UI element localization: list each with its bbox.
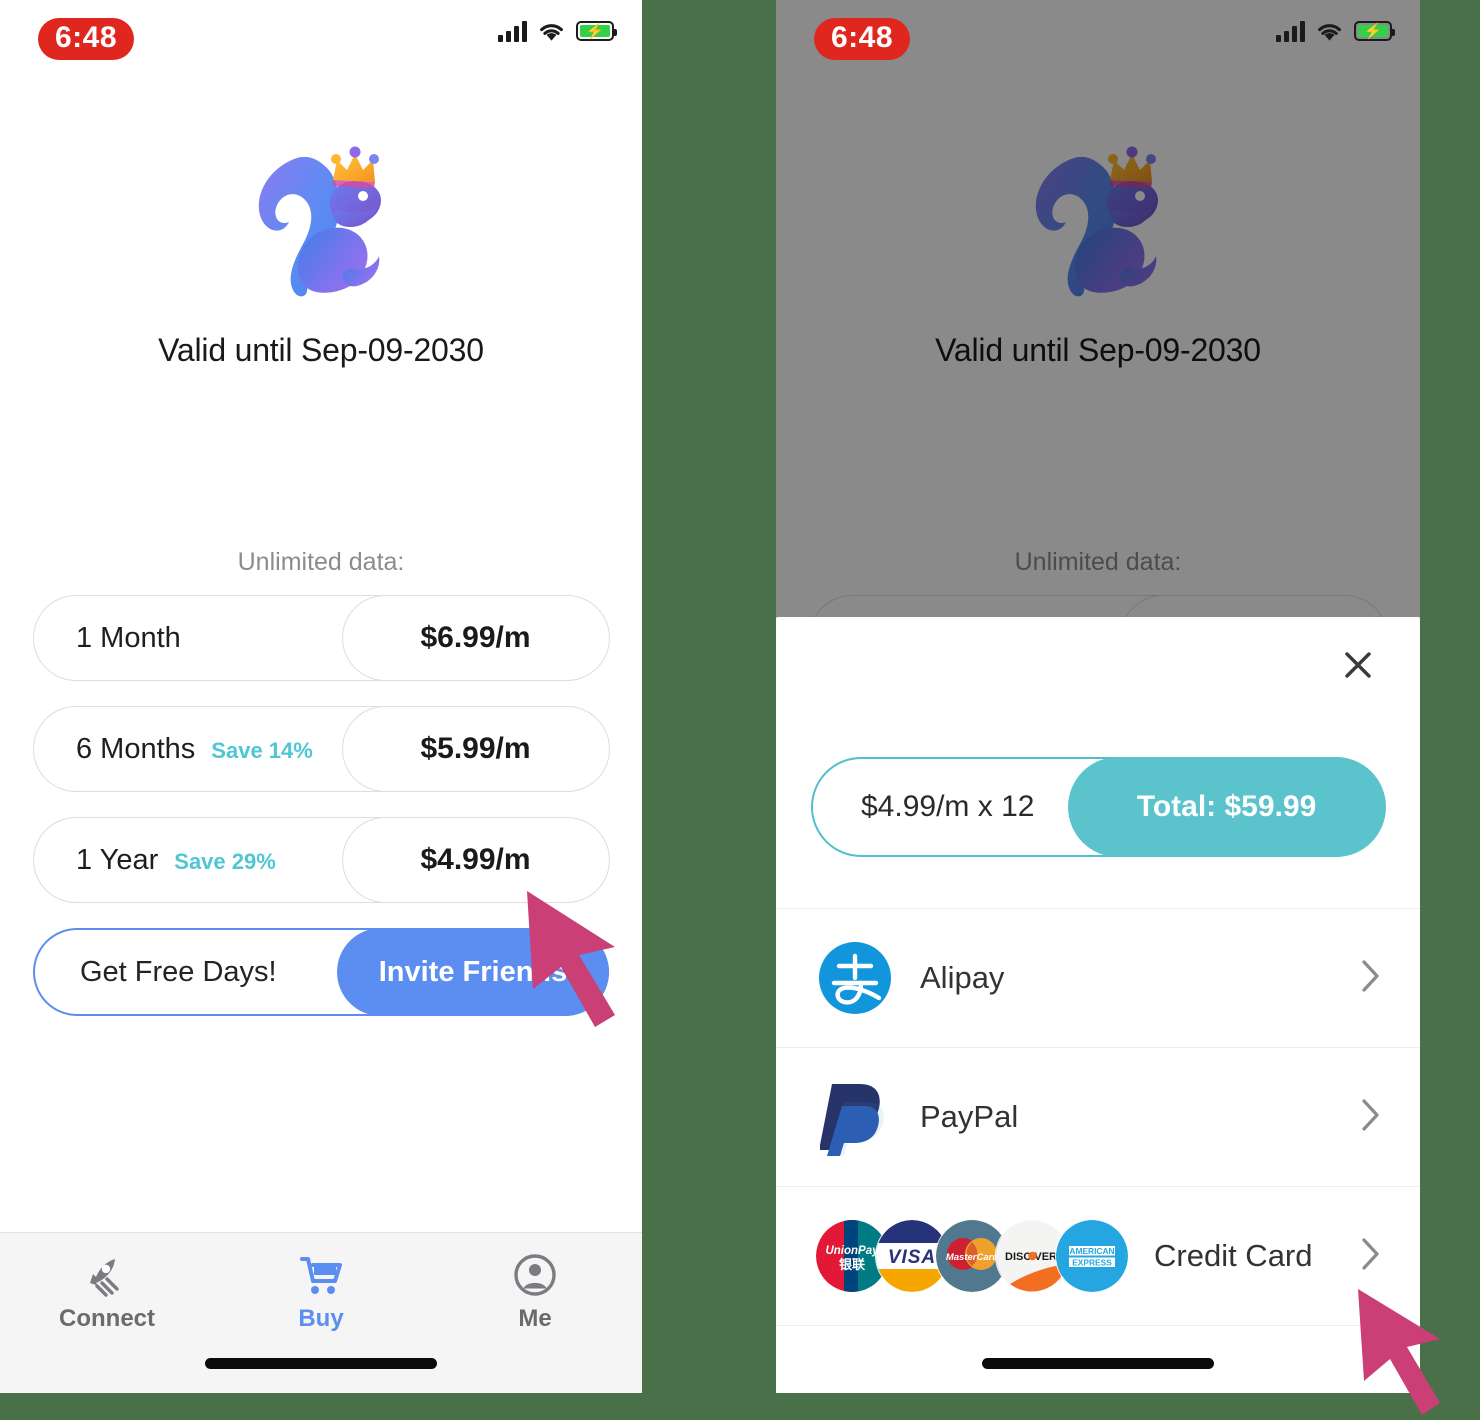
svg-text:UnionPay: UnionPay [825,1245,879,1257]
battery-charging-icon: ⚡ [576,21,617,41]
status-clock: 6:48 [814,18,911,60]
amex-logo: AMERICAN EXPRESS [1056,1220,1128,1292]
wifi-icon [1318,23,1341,41]
svg-text:银联: 银联 [839,1257,865,1273]
tab-label: Me [518,1305,552,1332]
payment-method-label: PayPal [920,1099,1019,1134]
plan-name: 1 Month [76,621,181,654]
rocket-icon [85,1251,129,1299]
battery-charging-icon: ⚡ [1354,21,1395,41]
plan-save-badge: Save 29% [174,848,276,874]
svg-text:VISA: VISA [888,1247,936,1268]
plan-save-badge: Save 14% [211,737,313,763]
status-icon-group: ⚡ [1276,20,1395,42]
click-arrow-plan [527,891,615,1027]
get-free-days-label: Get Free Days! [80,955,277,988]
tab-me[interactable]: Me [428,1233,642,1351]
plan-price: $4.99/m [420,842,531,876]
plan-price: $6.99/m [420,620,531,654]
plan-name: 1 Year [76,843,159,876]
status-bar-right: 6:48 ⚡ [776,0,1420,66]
chevron-right-icon [1360,1236,1382,1277]
hero-section-left: Valid until Sep-09-2030 [0,140,642,369]
home-indicator[interactable] [205,1358,437,1369]
bottom-tab-bar: Connect Buy Me [0,1232,642,1393]
unit-price-label: $4.99/m x 12 [861,790,1035,823]
plan-label-group: 1 Month [34,622,197,655]
tab-buy[interactable]: Buy [214,1233,428,1351]
payment-methods-list: Alipay PayPal UnionPay 银联 VISA MasterCar… [776,908,1420,1326]
plan-price-button[interactable]: $6.99/m [341,594,610,681]
plan-price: $5.99/m [420,731,531,765]
payment-method-label: Credit Card [1154,1238,1313,1273]
plan-option-1-month[interactable]: 1 Month $6.99/m [33,594,610,681]
tab-label: Connect [59,1305,155,1332]
tab-label: Buy [298,1305,344,1332]
status-icon-group: ⚡ [498,20,617,42]
wifi-icon [540,23,563,41]
tab-connect[interactable]: Connect [0,1233,214,1351]
plan-label-group: 6 Months Save 14% [34,733,313,766]
crowned-squirrel-logo [258,146,381,297]
click-arrow-credit-card [1358,1289,1440,1415]
phone-screen-right: Valid until Sep-09-2030 Unlimited data: … [776,0,1420,1393]
svg-text:MasterCard: MasterCard [946,1252,998,1263]
alipay-logo [816,939,894,1017]
screenshot-stage: 6:48 ⚡ Valid until Sep-09-2030 Unlimited… [0,0,1480,1420]
home-indicator[interactable] [982,1358,1214,1369]
payment-method-label: Alipay [920,960,1005,995]
account-icon [512,1251,558,1299]
order-total-bar: $4.99/m x 12 Total: $59.99 [811,756,1386,857]
cart-icon [298,1251,344,1299]
svg-text:EXPRESS: EXPRESS [1072,1258,1112,1268]
status-clock: 6:48 [38,18,135,60]
payment-method-sheet: $4.99/m x 12 Total: $59.99 Alipay PayPal… [776,617,1420,1393]
svg-text:AMERICAN: AMERICAN [1069,1246,1114,1256]
plans-title: Unlimited data: [237,548,405,576]
status-bar-left: 6:48 ⚡ [0,0,642,66]
total-amount-badge: Total: $59.99 [1067,756,1386,857]
validity-text: Valid until Sep-09-2030 [158,332,484,368]
cellular-bars-icon [1276,20,1305,42]
paypal-logo [816,1078,894,1156]
payment-method-credit-card[interactable]: UnionPay 银联 VISA MasterCard DISC VER AME… [776,1186,1420,1326]
plan-option-6-months[interactable]: 6 Months Save 14% $5.99/m [33,705,610,792]
close-icon[interactable] [1338,645,1378,685]
plan-name: 6 Months [76,732,196,765]
chevron-right-icon [1360,958,1382,999]
credit-card-logos: UnionPay 银联 VISA MasterCard DISC VER AME… [816,1220,1128,1292]
chevron-right-icon [1360,1097,1382,1138]
payment-method-paypal[interactable]: PayPal [776,1047,1420,1186]
plan-label-group: 1 Year Save 29% [34,844,276,877]
payment-method-alipay[interactable]: Alipay [776,908,1420,1047]
plan-price-button[interactable]: $5.99/m [341,705,610,792]
cellular-bars-icon [498,20,527,42]
phone-screen-left: 6:48 ⚡ Valid until Sep-09-2030 Unlimited… [0,0,642,1393]
